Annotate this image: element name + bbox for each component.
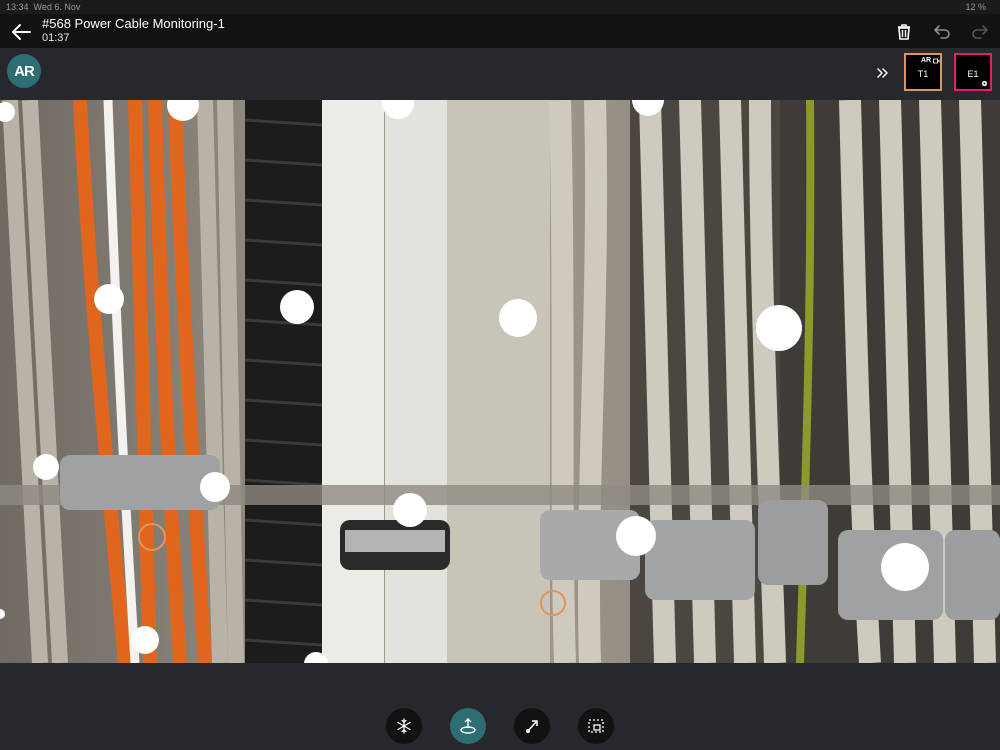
cable-scene-image (0, 100, 1000, 663)
title-block: #568 Power Cable Monitoring-1 01:37 (42, 17, 225, 45)
status-battery: 12 % (965, 2, 986, 12)
ar-logo: AR (7, 54, 41, 88)
status-bar: 13:34 Wed 6. Nov 12 % (0, 0, 1000, 14)
redo-button[interactable] (970, 22, 990, 42)
undo-button[interactable] (932, 22, 952, 42)
freeze-icon (397, 718, 411, 734)
ar-badge: AR (921, 57, 932, 64)
session-timer: 01:37 (42, 32, 70, 44)
status-date: Wed 6. Nov (33, 2, 81, 12)
freeze-button[interactable] (386, 708, 422, 744)
top-bar: #568 Power Cable Monitoring-1 01:37 (0, 14, 1000, 48)
arrow-left-icon (12, 24, 31, 40)
draw-arrow-button[interactable] (514, 708, 550, 744)
undo-icon (934, 25, 950, 39)
chevron-double-right-icon (877, 68, 888, 78)
back-button[interactable] (10, 22, 32, 42)
sub-bar: AR AR T1 E1 (0, 48, 1000, 100)
draw-arrow-icon (526, 720, 538, 733)
status-time-date: 13:34 Wed 6. Nov (6, 2, 80, 12)
trash-icon (898, 24, 910, 40)
status-time: 13:34 (6, 2, 29, 12)
thumbnail-label: T1 (917, 69, 929, 79)
capture-icon (588, 719, 604, 733)
page-title: #568 Power Cable Monitoring-1 (42, 16, 225, 31)
camera-icon (933, 58, 940, 64)
capture-button[interactable] (578, 708, 614, 744)
camera-viewport[interactable] (0, 100, 1000, 663)
battery-level: 12 % (965, 2, 986, 12)
expand-panel-button[interactable] (874, 64, 892, 82)
delete-button[interactable] (894, 22, 914, 42)
redo-icon (972, 25, 988, 39)
thumbnail-label: E1 (967, 69, 979, 79)
thumbnail-t1[interactable]: AR T1 (904, 53, 942, 91)
settings-dot-icon (981, 80, 988, 87)
bottom-toolbar (0, 663, 1000, 750)
place-marker-icon (460, 718, 476, 734)
thumbnail-e1[interactable]: E1 (954, 53, 992, 91)
place-marker-button[interactable] (450, 708, 486, 744)
